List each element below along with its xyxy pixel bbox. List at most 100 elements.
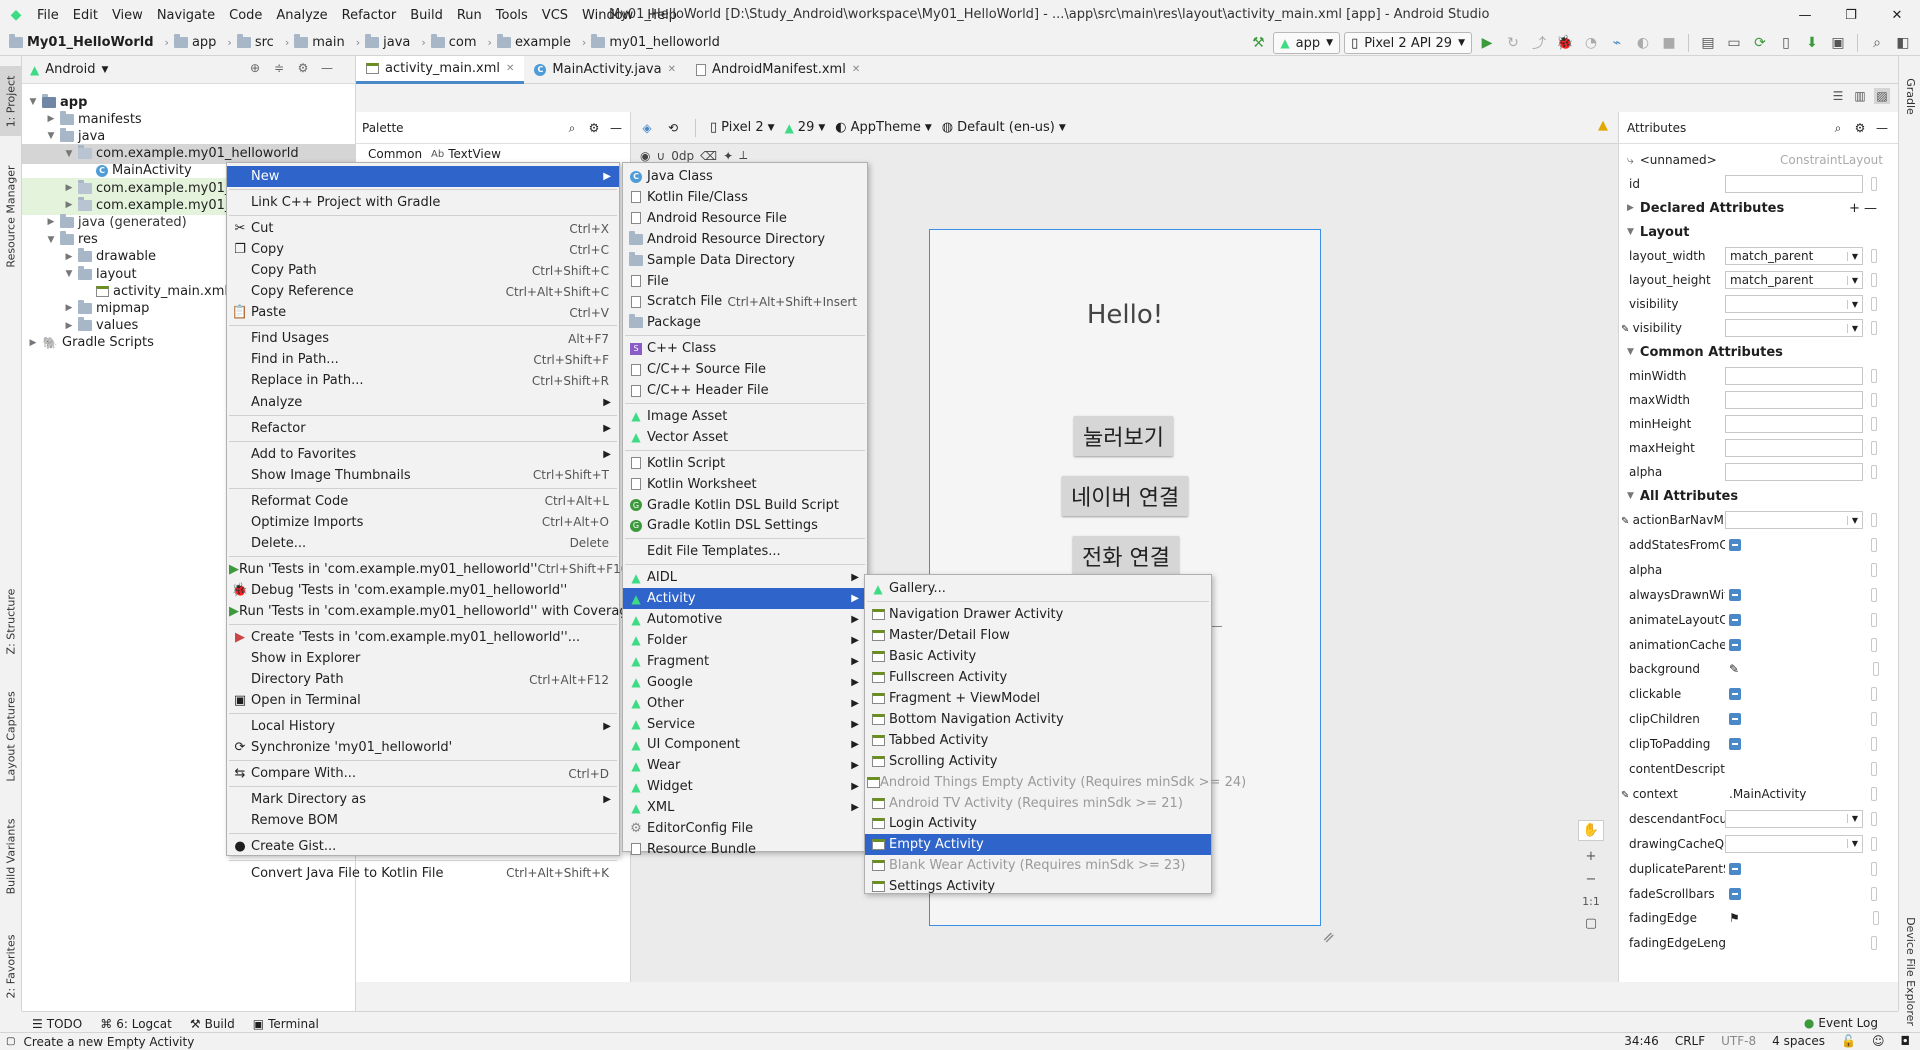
new-item-automotive[interactable]: ▲ Automotive ▶ [623, 609, 867, 630]
tool-tab-structure[interactable]: Z: Structure [0, 576, 22, 666]
attr-value-field[interactable] [1725, 560, 1863, 579]
naver-link-button[interactable]: 네이버 연결 [1062, 476, 1189, 516]
menu-edit[interactable]: Edit [66, 8, 105, 23]
device-select[interactable]: ▯ Pixel 2 API 29 ▼ [1344, 32, 1472, 54]
profile-icon[interactable]: ◔ [1580, 32, 1602, 54]
chevron-down-icon[interactable]: ▼ [102, 65, 109, 75]
sync-gradle-icon[interactable]: ⟳ [1749, 32, 1771, 54]
notification-icon[interactable]: ◘ [1901, 1034, 1911, 1048]
attr-reference-icon[interactable] [1871, 762, 1877, 776]
orientation-icon[interactable]: ⟲ [665, 120, 681, 136]
new-item-scratch-file[interactable]: Scratch File Ctrl+Alt+Shift+Insert [623, 291, 867, 312]
ctx-item-analyze[interactable]: Analyze ▶ [227, 392, 619, 413]
new-item-edit-file-templates[interactable]: Edit File Templates... [623, 541, 867, 562]
new-item-editorconfig-file[interactable]: ⚙ EditorConfig File [623, 818, 867, 839]
locale-select[interactable]: ◍ Default (en-us) ▼ [942, 120, 1066, 135]
gear-icon[interactable]: ⚙ [295, 60, 311, 76]
chevron-down-icon[interactable]: ▼ [1846, 814, 1862, 824]
tool-tab-gradle[interactable]: Gradle [1899, 66, 1920, 126]
tab-main-activity-java[interactable]: C MainActivity.java ✕ [524, 56, 686, 84]
close-icon[interactable]: ✕ [668, 64, 676, 75]
search-icon[interactable]: ⌕ [564, 120, 580, 136]
project-structure-icon[interactable]: ▤ [1697, 32, 1719, 54]
new-item-kotlin-file-class[interactable]: Kotlin File/Class [623, 187, 867, 208]
attr-reference-icon[interactable] [1871, 249, 1877, 263]
eyedropper-icon[interactable]: ✎ [1729, 662, 1865, 676]
activity-item-gallery[interactable]: ▲ Gallery... [865, 578, 1211, 599]
breadcrumb-item-main[interactable]: › main [277, 34, 348, 50]
ctx-item-show-in-explorer[interactable]: Show in Explorer [227, 648, 619, 669]
attr-value-field[interactable] [1725, 415, 1863, 433]
new-item-wear[interactable]: ▲ Wear ▶ [623, 755, 867, 776]
ctx-item-mark-directory-as[interactable]: Mark Directory as ▶ [227, 789, 619, 810]
debug-icon[interactable]: 🐞 [1554, 32, 1576, 54]
expand-toggle-icon[interactable]: ▶ [64, 321, 74, 331]
ctx-item-run-tests-in-com-example-my01-helloworld[interactable]: ▶ Run 'Tests in 'com.example.my01_hellowo… [227, 559, 628, 580]
activity-item-scrolling-activity[interactable]: Scrolling Activity [865, 751, 1211, 772]
expand-toggle-icon[interactable]: ▶ [64, 303, 74, 313]
activity-item-empty-activity[interactable]: Empty Activity [865, 834, 1211, 856]
activity-item-basic-activity[interactable]: Basic Activity [865, 646, 1211, 667]
attr-reference-icon[interactable] [1871, 587, 1877, 602]
ctx-item-reformat-code[interactable]: Reformat Code Ctrl+Alt+L [227, 491, 619, 512]
attr-value-field[interactable]: ▼ [1725, 295, 1863, 313]
zoom-fit-icon[interactable]: ▢ [1585, 916, 1597, 931]
new-item-c-c-header-file[interactable]: C/C++ Header File [623, 380, 867, 401]
press-button[interactable]: 눌러보기 [1074, 416, 1173, 456]
locate-icon[interactable]: ⊕ [247, 60, 263, 76]
attr-reference-icon[interactable] [1871, 737, 1877, 752]
attr-reference-icon[interactable] [1871, 273, 1877, 287]
breadcrumb-item-app[interactable]: › app [157, 34, 220, 50]
menu-navigate[interactable]: Navigate [150, 8, 222, 23]
status-toggle-icon[interactable]: ▢ [6, 1036, 15, 1047]
ctx-item-run-tests-in-com-example-my01-helloworld-with-coverage[interactable]: ▶ Run 'Tests in 'com.example.my01_hellowo… [227, 601, 636, 622]
expand-toggle-icon[interactable]: ▶ [28, 338, 38, 348]
zoom-out-icon[interactable]: − [1586, 872, 1597, 887]
ctx-item-open-in-terminal[interactable]: ▣ Open in Terminal [227, 690, 619, 711]
hide-icon[interactable]: — [608, 120, 624, 136]
ide-features-icon[interactable]: ◧ [1892, 32, 1914, 54]
ctx-item-find-in-path[interactable]: Find in Path... Ctrl+Shift+F [227, 349, 619, 370]
menu-build[interactable]: Build [403, 8, 450, 23]
expand-toggle-icon[interactable]: ▶ [46, 217, 56, 227]
attr-toggle[interactable] [1729, 538, 1741, 551]
attr-reference-icon[interactable] [1871, 786, 1877, 801]
minimize-button[interactable]: — [1782, 0, 1828, 30]
tool-tab-todo[interactable]: ☰ TODO [32, 1017, 82, 1031]
attr-reference-icon[interactable] [1871, 936, 1877, 951]
expand-toggle-icon[interactable]: ▼ [64, 149, 74, 159]
new-item-kotlin-script[interactable]: Kotlin Script [623, 453, 867, 474]
expand-toggle-icon[interactable]: ▼ [64, 269, 74, 279]
attr-reference-icon[interactable] [1871, 886, 1877, 901]
attr-toggle[interactable] [1729, 688, 1741, 701]
device-manager-icon[interactable]: ▣ [1827, 32, 1849, 54]
activity-item-bottom-navigation-activity[interactable]: Bottom Navigation Activity [865, 709, 1211, 730]
lock-icon[interactable]: 🔓 [1841, 1034, 1856, 1048]
tool-tab-terminal[interactable]: ▣ Terminal [253, 1017, 319, 1031]
chevron-down-icon[interactable]: ▼ [1846, 251, 1862, 261]
code-view-icon[interactable]: ☰ [1830, 88, 1846, 104]
breadcrumb-item-src[interactable]: › src [219, 34, 276, 50]
new-item-android-resource-directory[interactable]: Android Resource Directory [623, 229, 867, 250]
tool-tab-logcat[interactable]: ⌘ 6: Logcat [100, 1017, 172, 1031]
run-coverage-icon[interactable]: ◐ [1632, 32, 1654, 54]
gear-icon[interactable]: ⚙ [586, 120, 602, 136]
attr-reference-icon[interactable] [1873, 911, 1879, 926]
new-item-sample-data-directory[interactable]: Sample Data Directory [623, 250, 867, 271]
attr-reference-icon[interactable] [1871, 513, 1877, 527]
ctx-item-add-to-favorites[interactable]: Add to Favorites ▶ [227, 444, 619, 465]
chevron-down-icon[interactable]: ▼ [1846, 299, 1862, 309]
menu-run[interactable]: Run [450, 8, 489, 23]
attach-debugger-icon[interactable]: ⌁ [1606, 32, 1628, 54]
breadcrumb-item-com[interactable]: › com [413, 34, 479, 50]
ctx-item-create-tests-in-com-example-my01-helloworld[interactable]: ▶ Create 'Tests in 'com.example.my01_hell… [227, 627, 619, 648]
activity-item-tabbed-activity[interactable]: Tabbed Activity [865, 730, 1211, 751]
attr-value-field[interactable] [1725, 934, 1863, 953]
tab-android-manifest[interactable]: AndroidManifest.xml ✕ [686, 56, 870, 84]
activity-item-master-detail-flow[interactable]: Master/Detail Flow [865, 625, 1211, 646]
search-icon[interactable]: ⌕ [1866, 32, 1888, 54]
new-item-widget[interactable]: ▲ Widget ▶ [623, 776, 867, 797]
new-item-xml[interactable]: ▲ XML ▶ [623, 797, 867, 818]
attr-reference-icon[interactable] [1871, 836, 1877, 851]
tool-tab-build[interactable]: ⚒ Build [190, 1017, 235, 1031]
